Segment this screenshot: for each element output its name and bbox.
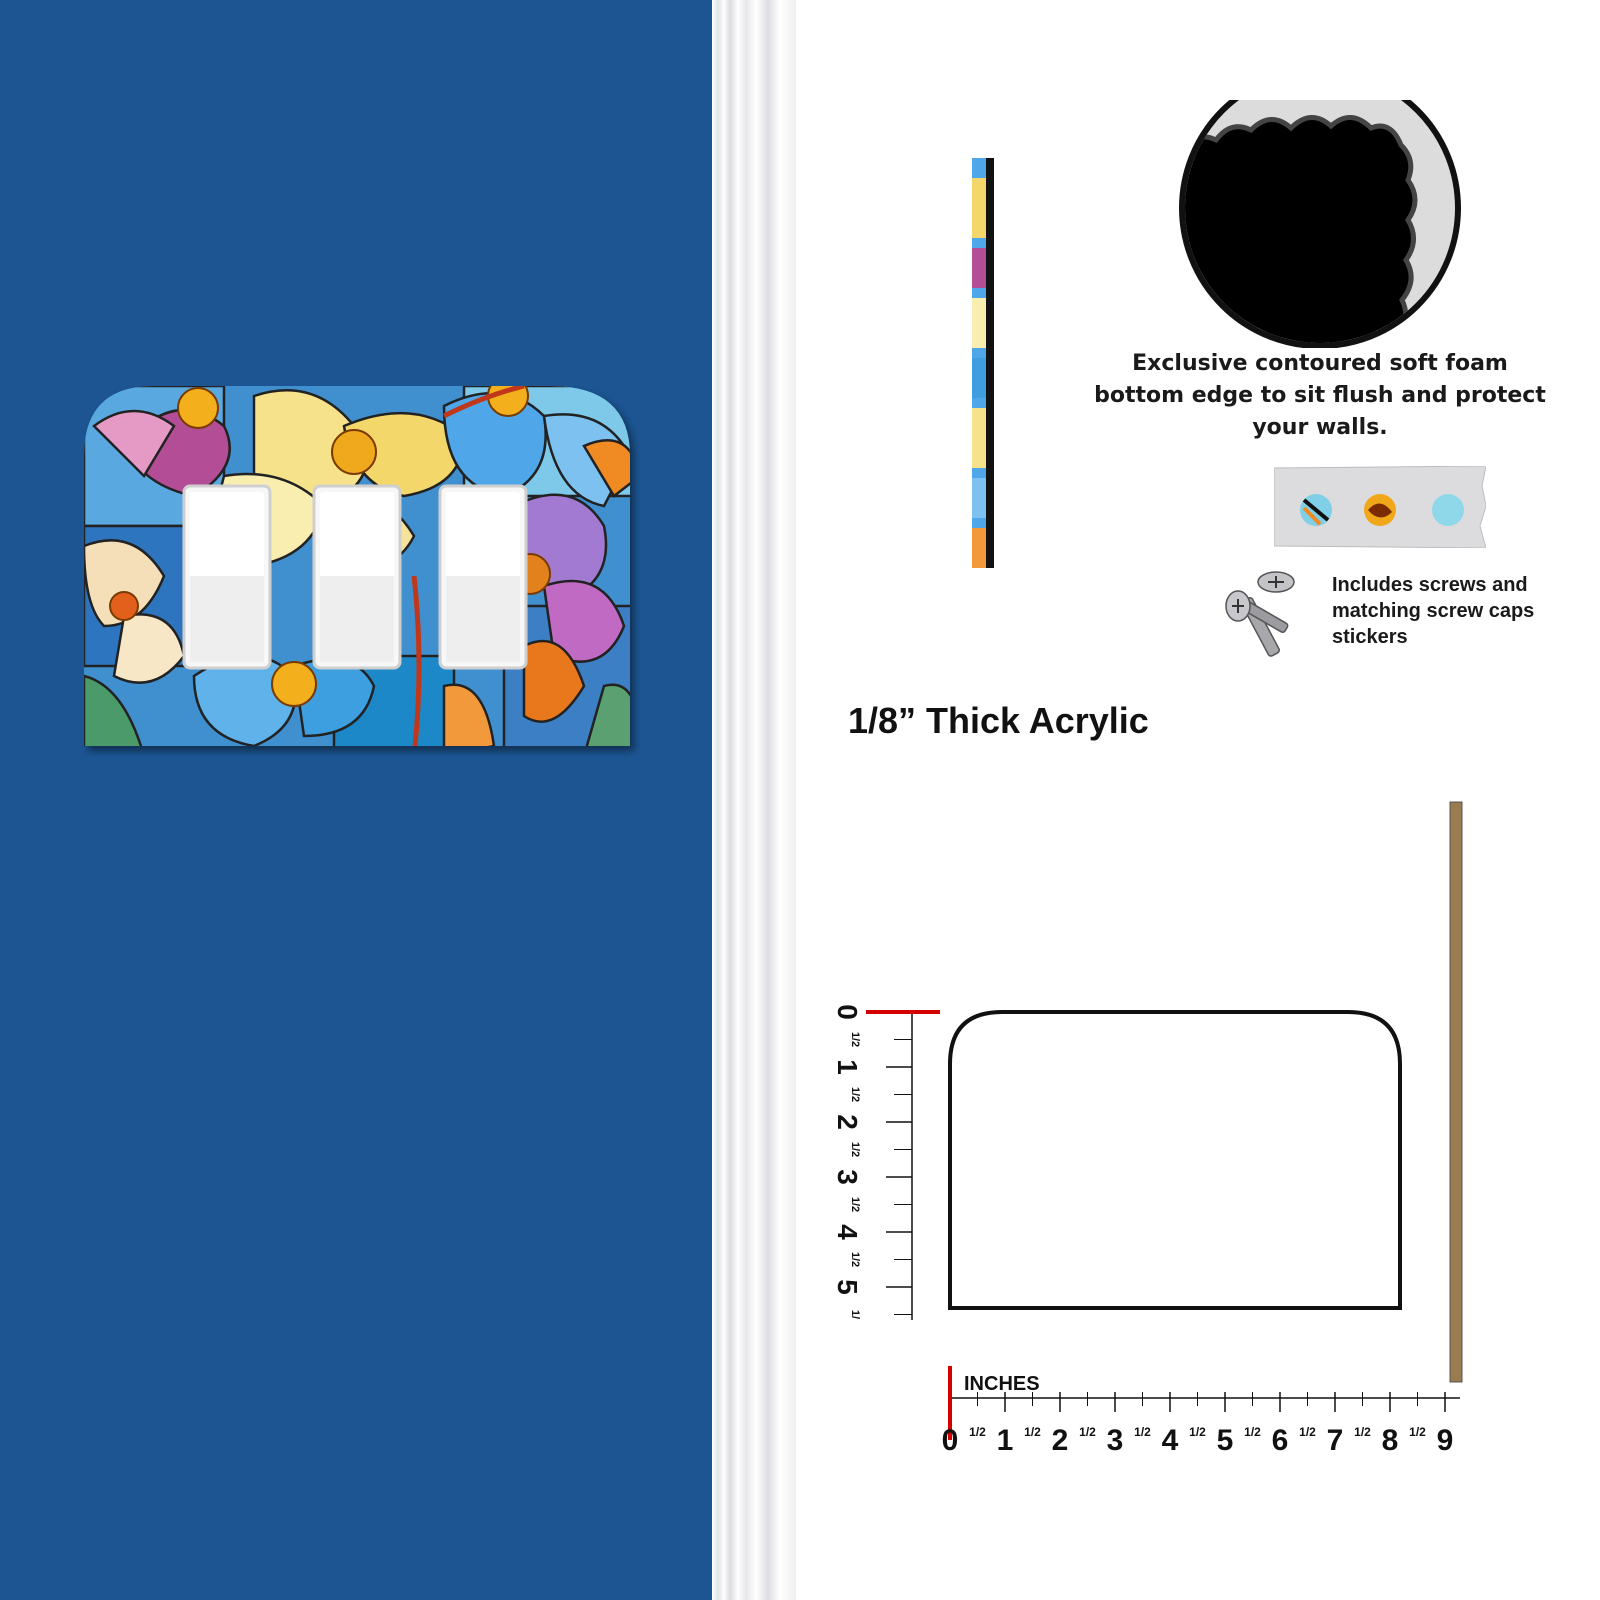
- h-ruler-label: 2: [1052, 1424, 1069, 1457]
- v-ruler-label: 3: [832, 1169, 863, 1185]
- blue-wall-background: [0, 0, 712, 1600]
- screws-icon: [1225, 571, 1295, 657]
- h-ruler-label: 5: [1217, 1424, 1234, 1457]
- h-ruler-half-label: 1/2: [969, 1425, 986, 1439]
- v-ruler-half-label: 1/2: [849, 1197, 861, 1212]
- h-ruler-label: 4: [1162, 1424, 1179, 1457]
- dimension-diagram: 0 1/2 1 1/2 2 1/2 3 1/2 4 1/2 5 1/ INCHES 0 1/2 1 1/2 2…: [832, 801, 1463, 1457]
- plate-side-view: [972, 158, 994, 568]
- h-ruler-half-label: 1/2: [1299, 1425, 1316, 1439]
- v-ruler-half-label: 1/2: [849, 1032, 861, 1047]
- h-ruler-half-label: 1/2: [1354, 1425, 1371, 1439]
- screws-caption: Includes screws and matching screw caps …: [1332, 574, 1535, 648]
- thickness-label: 1/8” Thick Acrylic: [848, 700, 1149, 741]
- v-ruler-label: 4: [832, 1224, 863, 1240]
- h-ruler-half-label: 1/2: [1409, 1425, 1426, 1439]
- vertical-ruler: 0 1/2 1 1/2 2 1/2 3 1/2 4 1/2 5 1/: [832, 1004, 940, 1320]
- h-ruler-label: 8: [1382, 1424, 1399, 1457]
- h-ruler-half-label: 1/2: [1079, 1425, 1096, 1439]
- v-ruler-label: 5: [832, 1279, 863, 1295]
- v-ruler-label: 1: [832, 1059, 863, 1075]
- h-ruler-label: 3: [1107, 1424, 1124, 1457]
- v-ruler-label: 0: [832, 1004, 863, 1020]
- foam-edge-caption: Exclusive contoured soft foam bottom edg…: [1094, 351, 1546, 440]
- screw-cap-stickers-icon: [1274, 466, 1486, 548]
- h-ruler-label: 7: [1327, 1424, 1344, 1457]
- v-ruler-half-label: 1/2: [849, 1142, 861, 1157]
- h-ruler-label: 0: [942, 1424, 959, 1457]
- plate-outline: [948, 1010, 1402, 1310]
- horizontal-ruler: INCHES 0 1/2 1 1/2 2 1/2 3 1/2 4 1/2 5 1/2 6 1/2 7 1/2 8…: [942, 1366, 1460, 1457]
- h-ruler-label: 6: [1272, 1424, 1289, 1457]
- h-ruler-half-label: 1/2: [1244, 1425, 1261, 1439]
- v-ruler-half-label: 1/: [849, 1310, 861, 1319]
- h-ruler-label: 1: [997, 1424, 1014, 1457]
- rocker-openings: [182, 484, 528, 670]
- v-ruler-half-label: 1/2: [849, 1087, 861, 1102]
- v-ruler-half-label: 1/2: [849, 1252, 861, 1267]
- units-label: INCHES: [964, 1373, 1040, 1395]
- h-ruler-half-label: 1/2: [1134, 1425, 1151, 1439]
- foam-edge-closeup-icon: [1179, 100, 1461, 348]
- switch-plate-image: [84, 386, 630, 746]
- h-ruler-label: 9: [1437, 1424, 1454, 1457]
- h-ruler-half-label: 1/2: [1024, 1425, 1041, 1439]
- v-ruler-label: 2: [832, 1114, 863, 1130]
- depth-bar: [1449, 801, 1463, 1383]
- door-trim-molding: [712, 0, 796, 1600]
- h-ruler-half-label: 1/2: [1189, 1425, 1206, 1439]
